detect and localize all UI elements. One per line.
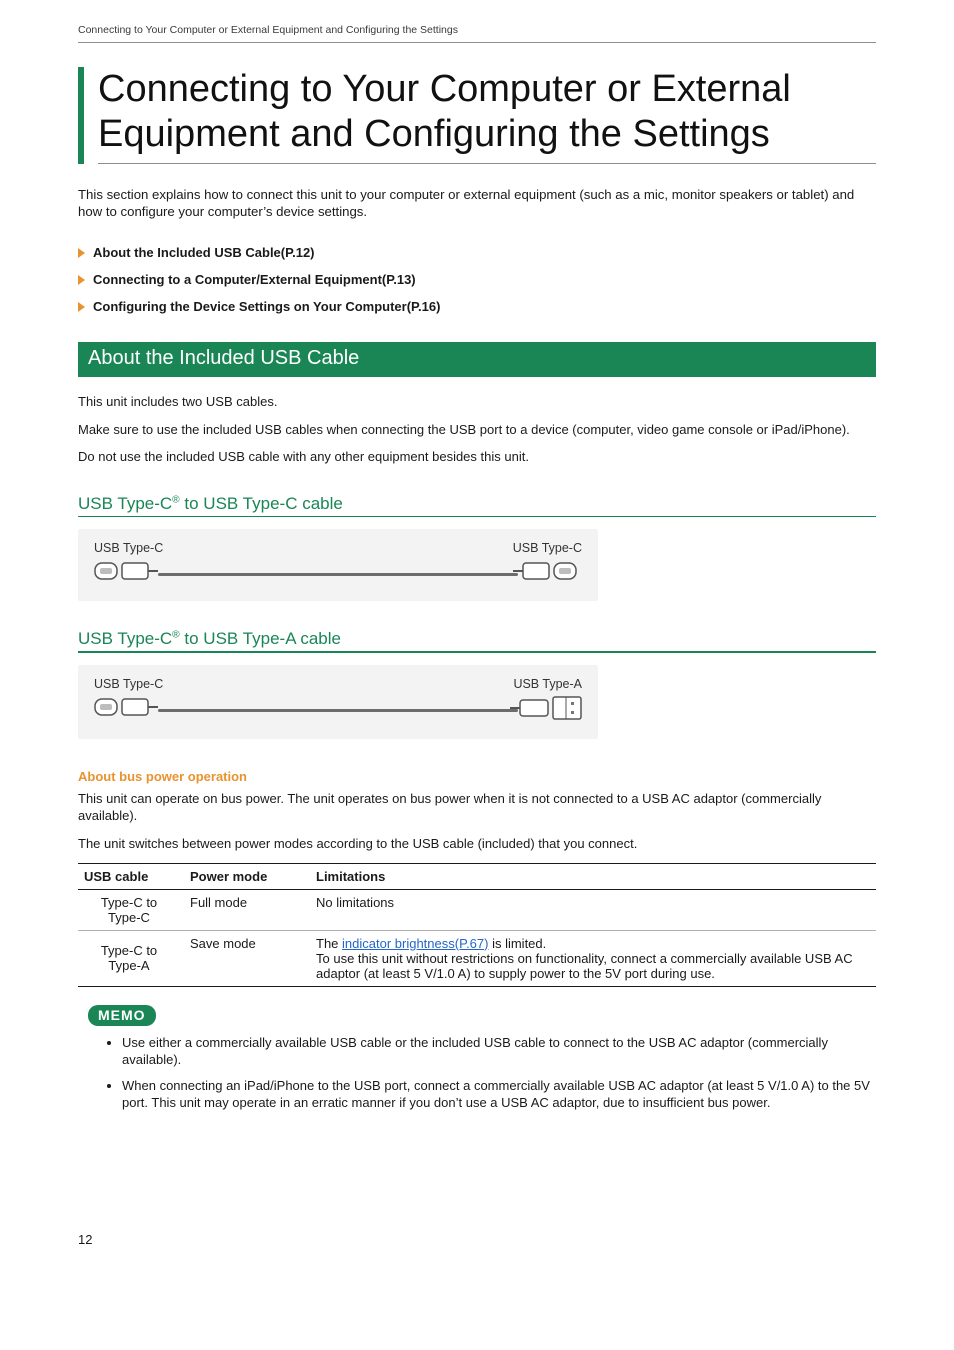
connector-label: USB Type-A — [510, 677, 582, 691]
bus-p1: This unit can operate on bus power. The … — [78, 790, 876, 825]
memo-block: MEMO Use either a commercially available… — [78, 1005, 876, 1112]
subheading-rule — [78, 651, 876, 653]
table-row: Type-C to Type-A Save mode The indicator… — [78, 930, 876, 986]
limitation-line2: To use this unit without restrictions on… — [316, 951, 853, 981]
subheading-post: to USB Type-C cable — [180, 494, 343, 513]
page-title: Connecting to Your Computer or External … — [98, 67, 876, 157]
usb-type-c-connector-icon — [94, 695, 158, 719]
th-power-mode: Power mode — [184, 863, 310, 889]
registered-mark-icon: ® — [172, 630, 180, 641]
about-p1: This unit includes two USB cables. — [78, 393, 876, 411]
subheading-rule — [78, 516, 876, 518]
connector-label: USB Type-C — [94, 677, 163, 691]
toc-item-label: About the Included USB Cable(P.12) — [93, 245, 315, 260]
page-root: Connecting to Your Computer or External … — [0, 0, 954, 1287]
toc-item-label: Configuring the Device Settings on Your … — [93, 299, 440, 314]
memo-badge: MEMO — [88, 1005, 156, 1026]
caret-right-icon — [78, 248, 85, 258]
cable-end-right: USB Type-C — [513, 541, 582, 583]
subheading-post: to USB Type-A cable — [180, 629, 341, 648]
cell-limitations: No limitations — [310, 889, 876, 930]
caret-right-icon — [78, 302, 85, 312]
limitation-post: is limited. — [488, 936, 546, 951]
subheading-cable-c-to-a: USB Type-C® to USB Type-A cable — [78, 629, 876, 649]
subheading-pre: USB Type-C — [78, 629, 172, 648]
cell-power-mode: Save mode — [184, 930, 310, 986]
about-p2: Make sure to use the included USB cables… — [78, 421, 876, 439]
cable-end-right: USB Type-A — [510, 677, 582, 721]
usb-type-c-connector-icon — [513, 559, 577, 583]
limitation-pre: The — [316, 936, 342, 951]
cable-end-left: USB Type-C — [94, 677, 163, 719]
subheading-pre: USB Type-C — [78, 494, 172, 513]
cable-wire-icon — [158, 573, 518, 576]
toc-item-2[interactable]: Connecting to a Computer/External Equipm… — [78, 272, 876, 287]
h1-underline — [98, 163, 876, 164]
cell-cable-type: Type-C to Type-C — [78, 889, 184, 930]
table-row: Type-C to Type-C Full mode No limitation… — [78, 889, 876, 930]
usb-type-a-connector-icon — [510, 695, 582, 721]
subheading-cable-c-to-c: USB Type-C® to USB Type-C cable — [78, 494, 876, 514]
toc-item-label: Connecting to a Computer/External Equipm… — [93, 272, 416, 287]
cell-cable-type: Type-C to Type-A — [78, 930, 184, 986]
bus-p2: The unit switches between power modes ac… — [78, 835, 876, 853]
th-limitations: Limitations — [310, 863, 876, 889]
toc-item-3[interactable]: Configuring the Device Settings on Your … — [78, 299, 876, 314]
power-mode-table: USB cable Power mode Limitations Type-C … — [78, 863, 876, 987]
usb-type-c-connector-icon — [94, 559, 158, 583]
connector-label: USB Type-C — [513, 541, 582, 555]
table-header-row: USB cable Power mode Limitations — [78, 863, 876, 889]
subheading-bus-power: About bus power operation — [78, 769, 876, 784]
th-usb-cable: USB cable — [78, 863, 184, 889]
list-item: Use either a commercially available USB … — [122, 1034, 876, 1069]
toc: About the Included USB Cable(P.12) Conne… — [78, 245, 876, 314]
indicator-brightness-link[interactable]: indicator brightness(P.67) — [342, 936, 488, 951]
cell-limitations: The indicator brightness(P.67) is limite… — [310, 930, 876, 986]
figure-cable-c-to-c: USB Type-C USB Type-C — [78, 529, 598, 601]
about-p3: Do not use the included USB cable with a… — [78, 448, 876, 466]
figure-cable-c-to-a: USB Type-C USB Type-A — [78, 665, 598, 739]
list-item: When connecting an iPad/iPhone to the US… — [122, 1077, 876, 1112]
toc-item-1[interactable]: About the Included USB Cable(P.12) — [78, 245, 876, 260]
caret-right-icon — [78, 275, 85, 285]
page-number: 12 — [78, 1232, 876, 1247]
h1-container: Connecting to Your Computer or External … — [78, 67, 876, 164]
memo-list: Use either a commercially available USB … — [78, 1034, 876, 1112]
section-heading-bar: About the Included USB Cable — [78, 342, 876, 377]
running-header: Connecting to Your Computer or External … — [78, 24, 876, 43]
cable-wire-icon — [158, 709, 518, 712]
connector-label: USB Type-C — [94, 541, 163, 555]
registered-mark-icon: ® — [172, 494, 180, 505]
cable-end-left: USB Type-C — [94, 541, 163, 583]
cell-power-mode: Full mode — [184, 889, 310, 930]
intro-paragraph: This section explains how to connect thi… — [78, 186, 876, 222]
